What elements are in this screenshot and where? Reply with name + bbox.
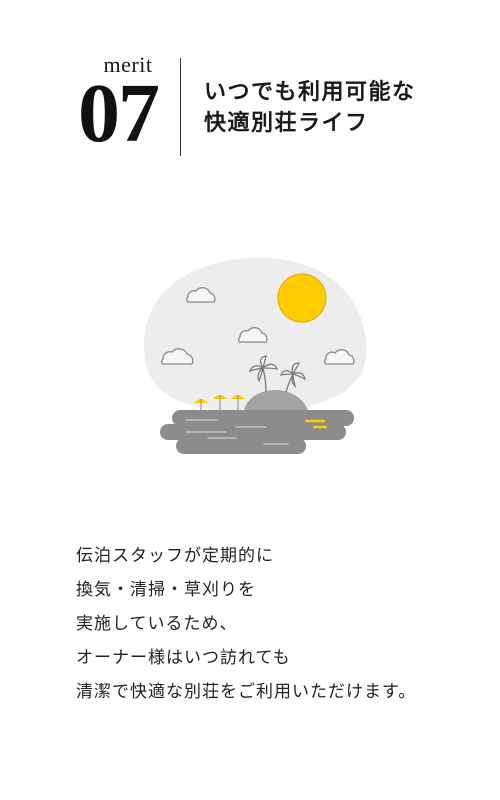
island-illustration-svg: [143, 257, 367, 454]
sun-icon: [277, 273, 327, 323]
description-line: 実施しているため、: [76, 614, 238, 634]
merit-header: merit 07 いつでも利用可能な 快適別荘ライフ: [0, 0, 500, 170]
description-line: 清潔で快適な別荘をご利用いただけます。: [76, 682, 417, 702]
header-divider: [180, 58, 181, 156]
description-line: 換気・清掃・草刈りを: [76, 580, 256, 600]
merit-title-line: いつでも利用可能な: [204, 79, 416, 105]
merit-description: 伝泊スタッフが定期的に 換気・清掃・草刈りを 実施しているため、 オーナー様はい…: [76, 539, 486, 709]
merit-title-line: 快適別荘ライフ: [204, 110, 369, 136]
merit-number: 07: [78, 67, 160, 160]
description-line: オーナー様はいつ訪れても: [76, 648, 291, 668]
merit-title: いつでも利用可能な 快適別荘ライフ: [204, 77, 484, 139]
island-illustration: [0, 240, 500, 480]
description-line: 伝泊スタッフが定期的に: [76, 546, 274, 566]
